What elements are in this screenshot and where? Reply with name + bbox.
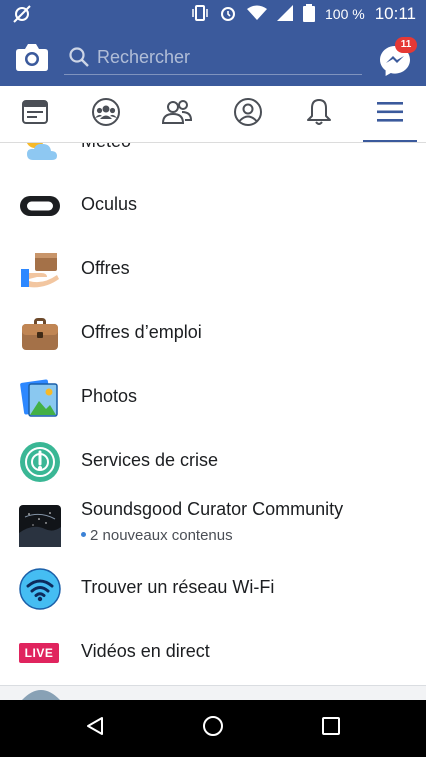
- weather-icon: [19, 143, 61, 164]
- signal-icon: [277, 4, 294, 24]
- menu-item-jobs[interactable]: Offres d’emploi: [0, 302, 426, 366]
- new-dot-icon: [81, 531, 86, 537]
- menu-item-offers[interactable]: Offres: [0, 238, 426, 302]
- battery-icon: [303, 3, 316, 25]
- next-section-icon-edge: [22, 690, 60, 700]
- tab-friends[interactable]: [142, 86, 212, 142]
- battery-percent: 100 %: [325, 6, 365, 22]
- recents-button[interactable]: [301, 700, 361, 757]
- home-icon: [202, 715, 224, 742]
- recents-icon: [320, 715, 342, 742]
- offers-icon: [19, 249, 61, 291]
- camera-icon[interactable]: [14, 40, 50, 74]
- menu-item-label: Offres: [81, 258, 130, 278]
- group-thumbnail-icon: [19, 505, 61, 547]
- app-header: Rechercher 11: [0, 28, 426, 86]
- menu-item-label: Photos: [81, 386, 138, 406]
- sync-off-icon: [12, 4, 32, 27]
- bookmarks-list: Météo Oculus Offres Offres d’emploi Phot…: [0, 143, 426, 685]
- tab-groups[interactable]: [71, 86, 141, 142]
- clock: 10:11: [374, 4, 416, 23]
- menu-item-live-videos[interactable]: LIVE Vidéos en direct: [0, 621, 426, 685]
- menu-item-group-soundsgood[interactable]: Soundsgood Curator Community 2 nouveaux …: [0, 494, 426, 558]
- tab-news-feed[interactable]: [0, 86, 70, 142]
- messenger-badge: 11: [395, 37, 417, 53]
- menu-item-photos[interactable]: Photos: [0, 366, 426, 430]
- menu-item-find-wifi[interactable]: Trouver un réseau Wi-Fi: [0, 557, 426, 621]
- menu-icon: [376, 100, 404, 129]
- oculus-icon: [19, 185, 61, 227]
- menu-item-label: Météo: [81, 143, 131, 152]
- friends-icon: [161, 98, 193, 131]
- vibrate-icon: [191, 4, 209, 25]
- new-posts-text: 2 nouveaux contenus: [90, 527, 233, 544]
- section-divider: [0, 685, 426, 701]
- tab-menu[interactable]: [355, 86, 425, 142]
- groups-icon: [91, 97, 121, 132]
- search-placeholder: Rechercher: [97, 47, 191, 67]
- news-feed-icon: [21, 98, 49, 131]
- tab-notifications[interactable]: [284, 86, 354, 142]
- search-icon: [68, 46, 90, 73]
- menu-item-label: Soundsgood Curator Community: [81, 499, 344, 519]
- menu-item-label: Offres d’emploi: [81, 322, 202, 342]
- tab-profile[interactable]: [213, 86, 283, 142]
- bell-icon: [305, 97, 333, 132]
- menu-item-crisis-response[interactable]: Services de crise: [0, 430, 426, 494]
- profile-icon: [233, 97, 263, 132]
- menu-item-label: Oculus: [81, 194, 138, 214]
- back-icon: [84, 715, 106, 742]
- photos-icon: [19, 377, 61, 419]
- live-badge-text: LIVE: [24, 646, 54, 660]
- home-button[interactable]: [183, 700, 243, 757]
- wifi-icon: [247, 5, 268, 24]
- menu-item-label: Trouver un réseau Wi-Fi: [81, 577, 275, 597]
- menu-item-weather[interactable]: Météo: [0, 143, 426, 175]
- jobs-briefcase-icon: [19, 313, 61, 355]
- find-wifi-icon: [19, 568, 61, 610]
- menu-item-label: Vidéos en direct: [81, 641, 210, 661]
- crisis-response-icon: [19, 441, 61, 483]
- new-posts-indicator: 2 nouveaux contenus: [81, 527, 233, 544]
- back-button[interactable]: [65, 700, 125, 757]
- live-video-icon: LIVE: [19, 643, 61, 663]
- system-nav-bar: [0, 700, 426, 757]
- search-input[interactable]: Rechercher: [64, 40, 362, 75]
- status-bar: 100 % 10:11: [0, 0, 426, 28]
- menu-item-label: Services de crise: [81, 450, 219, 470]
- alarm-icon: [219, 4, 237, 25]
- tab-bar: [0, 86, 426, 143]
- menu-item-oculus[interactable]: Oculus: [0, 174, 426, 238]
